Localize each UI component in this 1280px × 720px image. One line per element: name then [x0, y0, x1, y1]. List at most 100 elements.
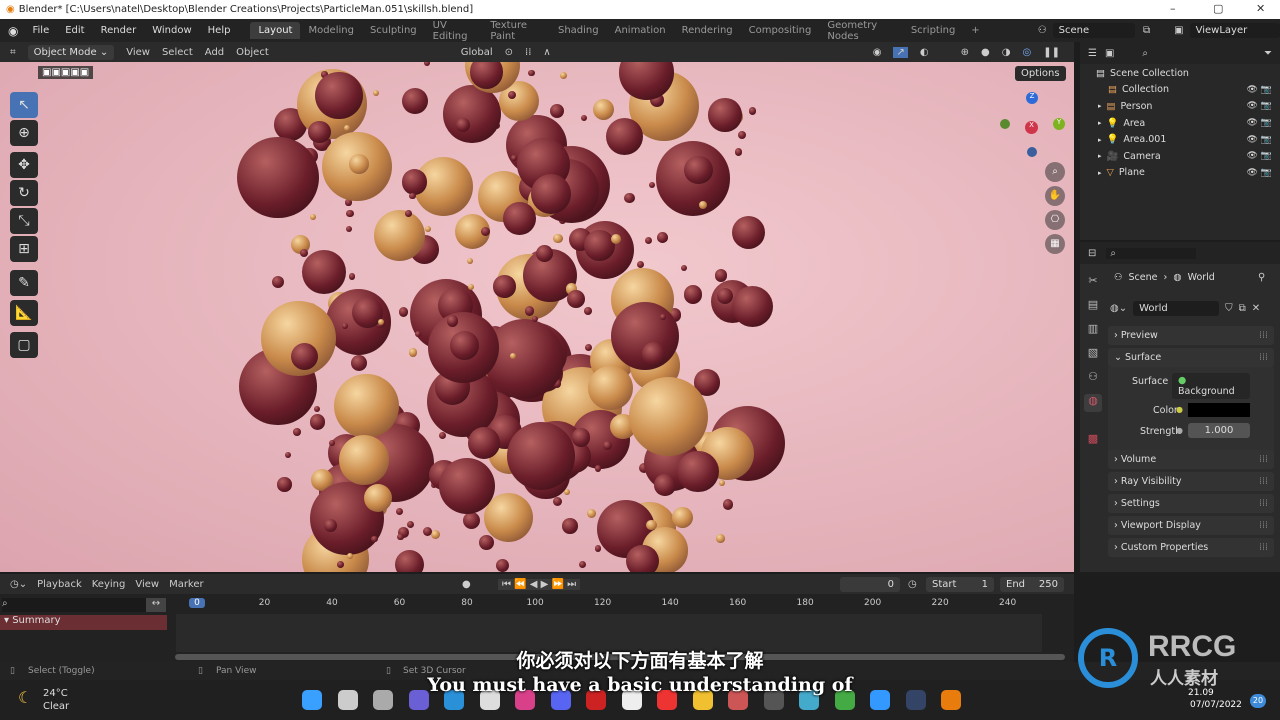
shading-wireframe-icon[interactable]: ⊕ — [961, 47, 969, 58]
tab-modeling[interactable]: Modeling — [300, 22, 362, 39]
tab-rendering[interactable]: Rendering — [674, 22, 741, 39]
outliner-item-area-001[interactable]: ▸ 💡 Area.001 👁 📷 — [1080, 131, 1280, 148]
gizmo-toggle-icon[interactable]: ↗ — [893, 46, 908, 58]
blender-logo-icon[interactable]: ◉ — [8, 24, 18, 38]
notification-badge[interactable]: 20 — [1250, 694, 1266, 708]
marker-menu[interactable]: Marker — [169, 579, 204, 590]
view-menu[interactable]: View — [135, 579, 159, 590]
render-camera-icon[interactable]: 📷 — [1261, 168, 1272, 178]
object-menu[interactable]: Object — [236, 47, 269, 58]
display-mode-icon[interactable]: ▣ — [1105, 48, 1114, 59]
gizmo-neg-y[interactable] — [1000, 119, 1010, 129]
pivot-icon[interactable]: ⊙ — [505, 47, 513, 58]
output-tab-icon[interactable]: ▥ — [1084, 322, 1102, 340]
outliner-search-icon[interactable]: ⌕ — [1142, 48, 1148, 59]
start-frame-field[interactable]: Start 1 — [926, 576, 994, 592]
tab-compositing[interactable]: Compositing — [741, 22, 820, 39]
view-menu[interactable]: View — [126, 47, 150, 58]
visibility-eye-icon[interactable]: 👁 — [1246, 101, 1257, 111]
fake-user-icon[interactable]: ⛉ — [1225, 303, 1233, 314]
menu-help[interactable]: Help — [200, 25, 239, 36]
end-frame-field[interactable]: End 250 — [1000, 576, 1064, 592]
shading-rendered-icon[interactable]: ◎ — [1022, 47, 1031, 58]
stopwatch-icon[interactable]: ◷ — [908, 579, 917, 590]
expand-icon[interactable]: ▸ — [1098, 136, 1102, 144]
measure-tool[interactable]: 📐 — [10, 300, 38, 326]
zoom-icon[interactable]: ⌕ — [1045, 162, 1065, 182]
select-box-tool[interactable]: ↖ — [10, 92, 38, 118]
minimize-button[interactable]: – — [1170, 2, 1176, 15]
outliner-item-area[interactable]: ▸ 💡 Area 👁 📷 — [1080, 115, 1280, 132]
shading-material-icon[interactable]: ◑ — [1002, 47, 1011, 58]
tab-uv-editing[interactable]: UV Editing — [425, 17, 483, 45]
orientation-selector[interactable]: Global — [461, 47, 493, 58]
scene-tab-icon[interactable]: ⚇ — [1084, 370, 1102, 388]
render-camera-icon[interactable]: 📷 — [1261, 85, 1272, 95]
render-tab-icon[interactable]: ▤ — [1084, 298, 1102, 316]
expand-icon[interactable]: ▸ — [1098, 169, 1102, 177]
options-button[interactable]: Options — [1015, 66, 1066, 81]
strength-field[interactable]: 1.000 — [1188, 423, 1250, 438]
playhead[interactable]: 0 — [189, 598, 205, 608]
filter-icon[interactable]: ⏷ — [1264, 48, 1272, 59]
select-mode-icons[interactable]: ▣▣▣▣▣ — [38, 66, 94, 79]
tool-tab-icon[interactable]: ✂ — [1084, 274, 1102, 292]
expand-icon[interactable]: ▸ — [1098, 152, 1102, 160]
3d-viewport[interactable]: ▣▣▣▣▣ ↖ ⊕ ✥ ↻ ⤡ ⊞ ✎ 📐 ▢ Options Z X Y ⌕ … — [0, 62, 1074, 572]
tab-scripting[interactable]: Scripting — [903, 22, 963, 39]
color-swatch[interactable] — [1188, 403, 1250, 417]
duplicate-icon[interactable]: ⧉ — [1239, 303, 1246, 314]
timeline-editor-icon[interactable]: ◷⌄ — [10, 579, 27, 590]
world-browse-icon[interactable]: ◍⌄ — [1110, 303, 1127, 314]
transform-tool[interactable]: ⊞ — [10, 236, 38, 262]
scale-tool[interactable]: ⤡ — [10, 208, 38, 234]
annotate-tool[interactable]: ✎ — [10, 270, 38, 296]
panel-viewport-display[interactable]: › Viewport Display ⁞⁞⁞ — [1108, 516, 1274, 535]
add-workspace-button[interactable]: + — [963, 22, 987, 39]
menu-file[interactable]: File — [24, 25, 57, 36]
panel-ray-visibility[interactable]: › Ray Visibility ⁞⁞⁞ — [1108, 472, 1274, 491]
outliner-item-collection[interactable]: ▤ Collection 👁 📷 — [1080, 82, 1280, 99]
timeline-search[interactable]: ⌕ — [2, 598, 165, 612]
panel-volume[interactable]: › Volume ⁞⁞⁞ — [1108, 450, 1274, 469]
view-layer-tab-icon[interactable]: ▧ — [1084, 346, 1102, 364]
render-camera-icon[interactable]: 📷 — [1261, 135, 1272, 145]
add-menu[interactable]: Add — [205, 47, 224, 58]
visibility-eye-icon[interactable]: 👁 — [1246, 168, 1257, 178]
panel-surface[interactable]: ⌄ Surface ⁞⁞⁞ — [1108, 348, 1274, 367]
world-datablock[interactable]: ◍⌄ World ⛉ ⧉ ✕ — [1110, 300, 1274, 316]
playback-menu[interactable]: Playback — [37, 579, 82, 590]
render-camera-icon[interactable]: 📷 — [1261, 101, 1272, 111]
visibility-eye-icon[interactable]: 👁 — [1246, 85, 1257, 95]
add-cube-tool[interactable]: ▢ — [10, 332, 38, 358]
editor-type-icon[interactable]: ⌗ — [10, 47, 16, 58]
outliner-item-plane[interactable]: ▸ ▽ Plane 👁 📷 — [1080, 165, 1280, 182]
overlay-icon[interactable]: ◐ — [920, 47, 929, 58]
panel-preview[interactable]: › Preview ⁞⁞⁞ — [1108, 326, 1274, 345]
move-tool[interactable]: ✥ — [10, 152, 38, 178]
visibility-eye-icon[interactable]: 👁 — [1246, 135, 1257, 145]
unlink-icon[interactable]: ✕ — [1252, 303, 1260, 314]
properties-search-icon[interactable]: ⌕ — [1106, 247, 1197, 259]
tab-layout[interactable]: Layout — [250, 22, 301, 39]
world-tab-icon[interactable]: ◍ — [1084, 394, 1102, 412]
texture-tab-icon[interactable]: ▩ — [1084, 432, 1102, 450]
gizmo-x-axis[interactable]: X — [1025, 121, 1038, 134]
visibility-eye-icon[interactable]: 👁 — [1246, 151, 1257, 161]
pin-icon[interactable]: ⚲ — [1258, 272, 1265, 283]
visibility-icon[interactable]: ◉ — [873, 47, 882, 58]
outliner-scene-collection[interactable]: ▤ Scene Collection — [1080, 65, 1280, 82]
snap-icon[interactable]: ⁞⁞ — [525, 47, 531, 58]
gizmo-z-axis[interactable]: Z — [1026, 92, 1038, 104]
render-camera-icon[interactable]: 📷 — [1261, 151, 1272, 161]
outliner-item-person[interactable]: ▸ ▤ Person 👁 📷 — [1080, 98, 1280, 115]
playback-controls[interactable]: ⏮ ⏪ ◀ ▶ ⏩ ⏭ — [498, 578, 581, 590]
mode-selector[interactable]: Object Mode ⌄ — [27, 44, 115, 60]
panel-custom-properties[interactable]: › Custom Properties ⁞⁞⁞ — [1108, 538, 1274, 557]
close-button[interactable]: ✕ — [1256, 2, 1265, 15]
menu-render[interactable]: Render — [93, 25, 145, 36]
view-layer-selector[interactable]: ViewLayer — [1189, 23, 1280, 38]
summary-channel[interactable]: ▾ Summary — [0, 615, 167, 630]
surface-shader-field[interactable]: ● Background — [1172, 373, 1250, 399]
select-menu[interactable]: Select — [162, 47, 193, 58]
